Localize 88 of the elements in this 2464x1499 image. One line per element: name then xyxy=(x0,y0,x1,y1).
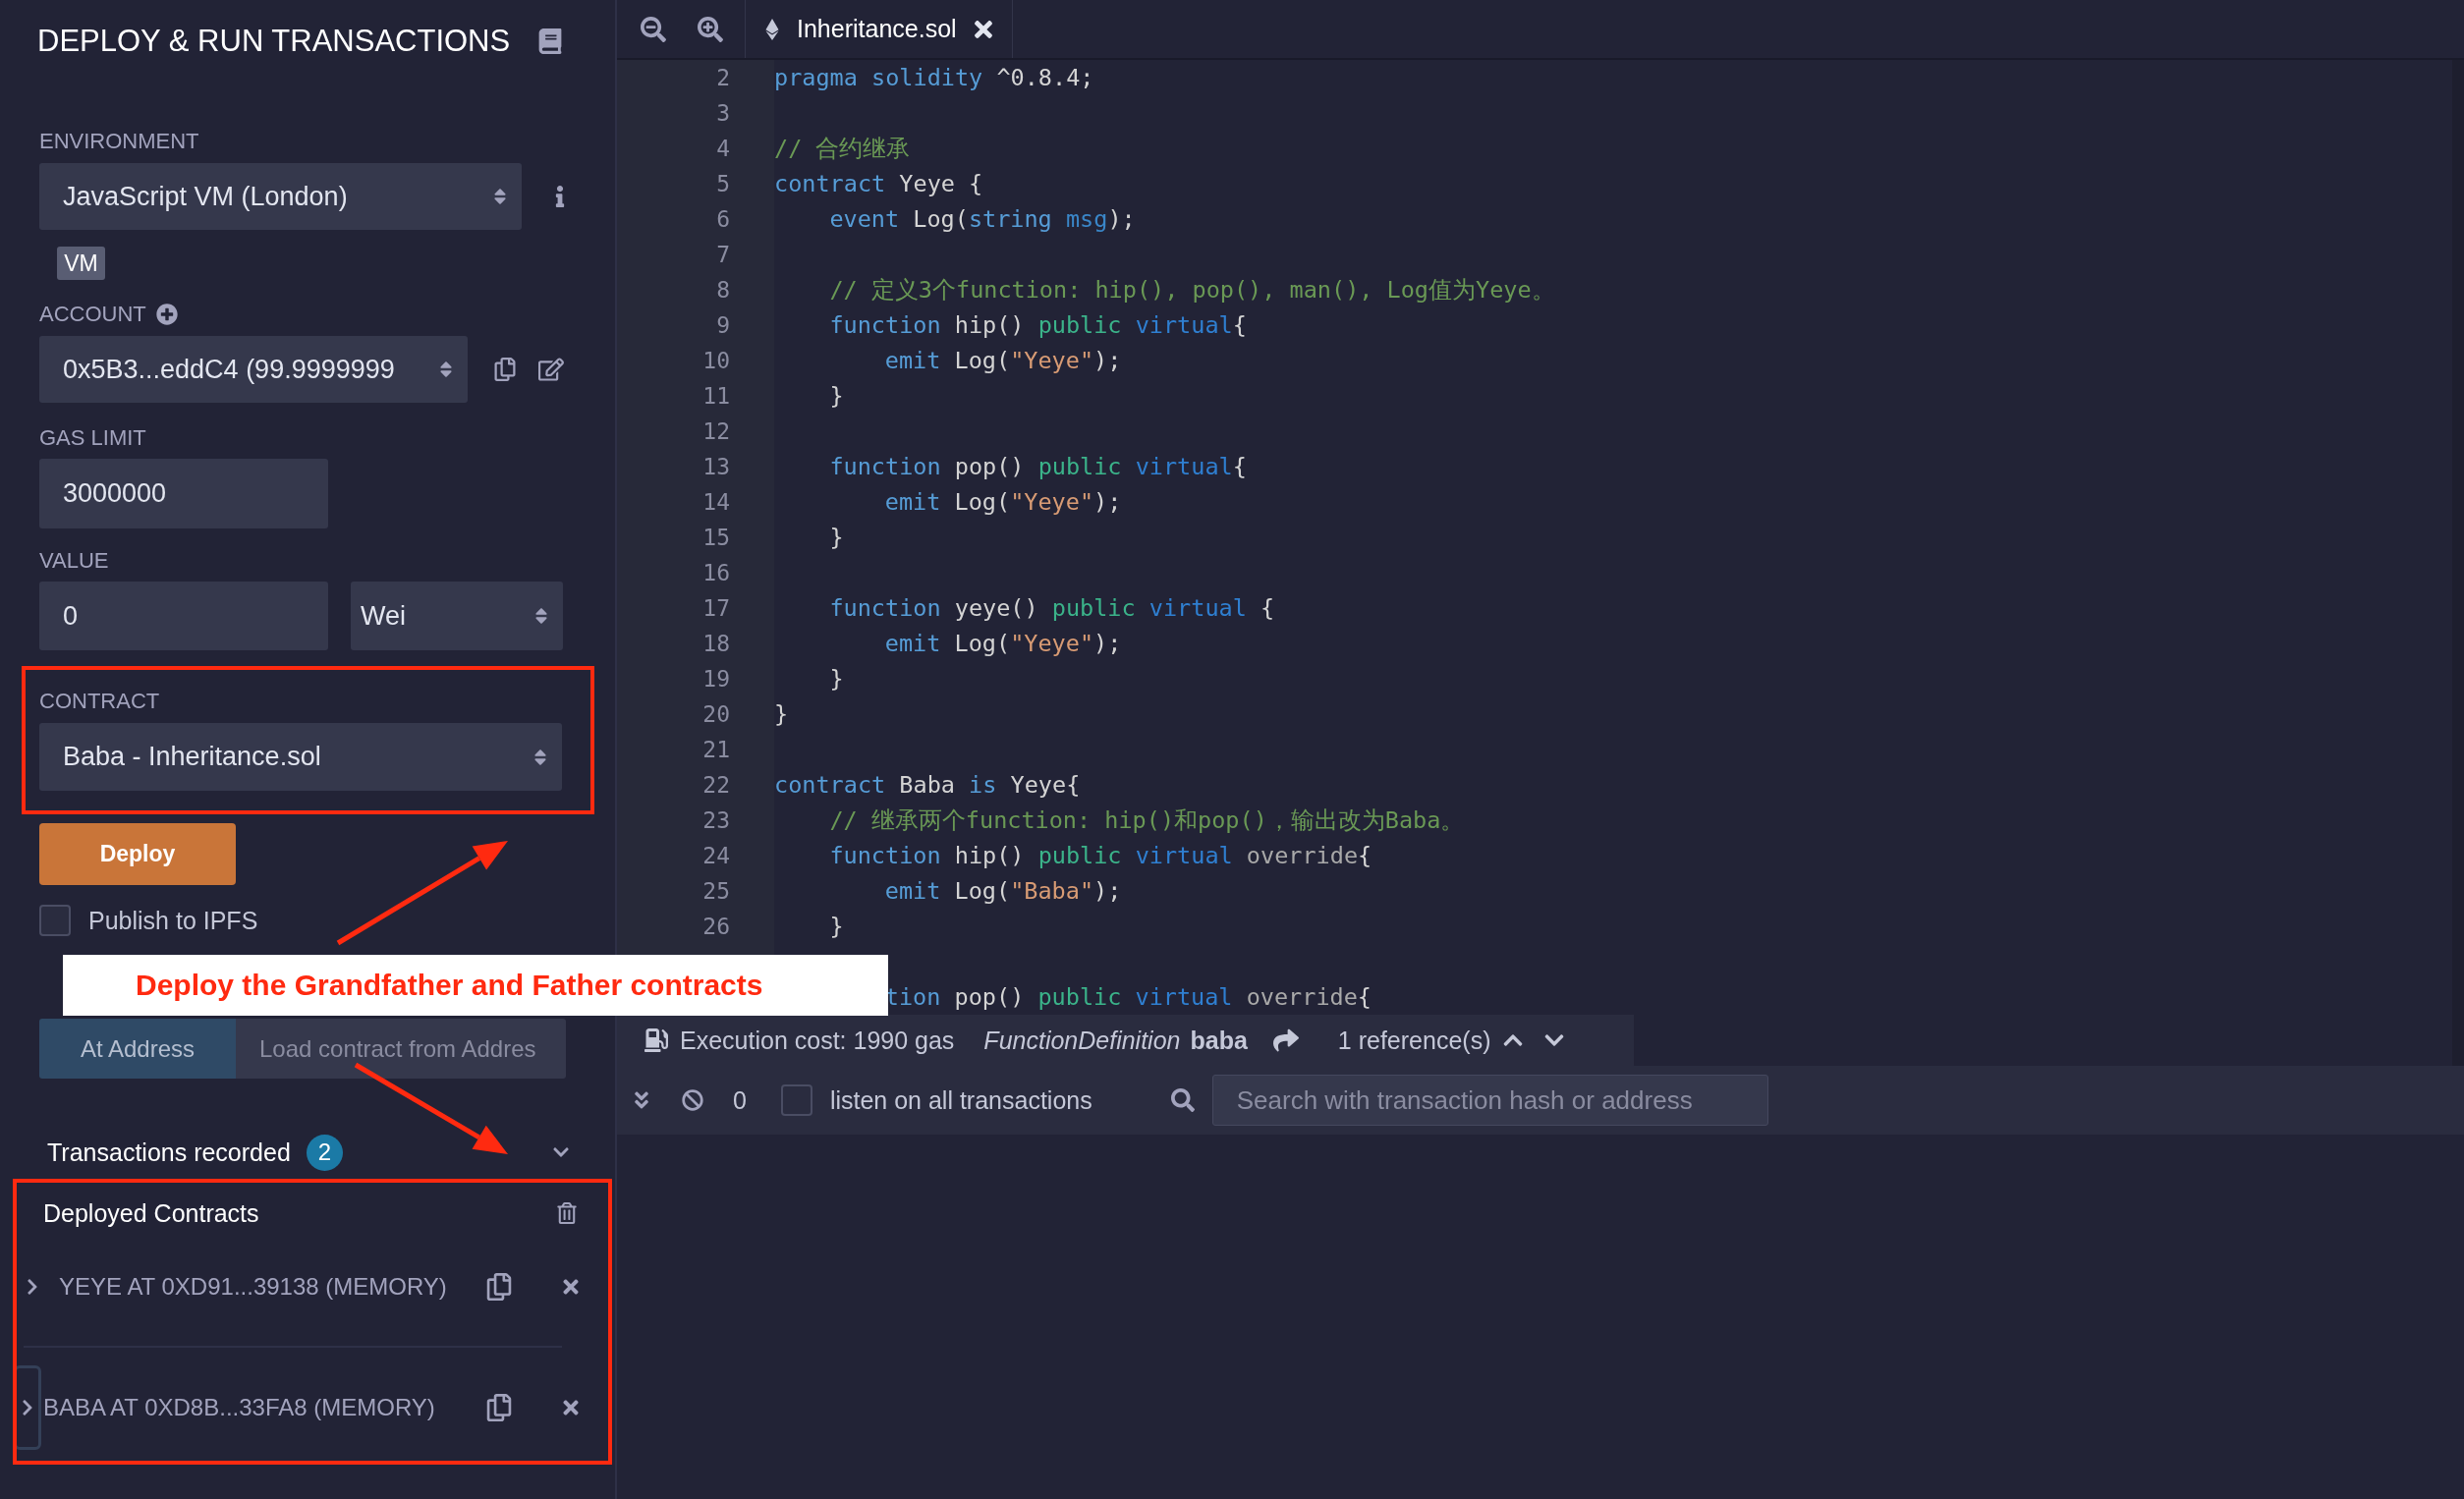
line-number: 26 xyxy=(702,914,730,939)
line-number: 16 xyxy=(702,560,730,585)
code-line: } xyxy=(829,913,844,940)
field-label: CONTRACT xyxy=(39,688,161,715)
code-line: contract Baba is Yeye{ xyxy=(774,771,1081,799)
plus-icon[interactable] xyxy=(155,304,178,325)
zoom-in-icon[interactable] xyxy=(698,16,723,42)
line-number: 8 xyxy=(716,277,730,303)
code-line: emit Log("Baba"); xyxy=(884,877,1122,905)
transaction-count: 0 xyxy=(733,1085,747,1115)
panel-title: DEPLOY & RUN TRANSACTIONS xyxy=(37,24,511,59)
code-line: emit Log("Yeye"); xyxy=(884,630,1122,657)
code-line: } xyxy=(774,700,789,728)
share-arrow-icon[interactable] xyxy=(1272,1027,1299,1053)
value-input[interactable]: 0 xyxy=(39,582,328,650)
code-line: // 继承两个function: hip()和pop()，输出改为Baba。 xyxy=(829,805,1465,836)
expand-toggle[interactable] xyxy=(14,1365,41,1450)
execution-cost: Execution cost: 1990 gas xyxy=(680,1026,955,1055)
section-title: Deployed Contracts xyxy=(43,1198,259,1228)
code-line: event Log(string msg); xyxy=(829,205,1136,233)
count-badge: 2 xyxy=(306,1134,343,1171)
line-number: 11 xyxy=(702,383,730,409)
line-number: 14 xyxy=(702,489,730,515)
line-number: 2 xyxy=(716,65,730,90)
line-number: 17 xyxy=(702,595,730,621)
line-number: 4 xyxy=(716,136,730,161)
line-number: 9 xyxy=(716,312,730,338)
environment-select[interactable]: JavaScript VM (London) xyxy=(39,163,522,230)
line-number: 25 xyxy=(702,878,730,904)
vm-badge: VM xyxy=(57,247,105,280)
code-line: function hip() public virtual override{ xyxy=(829,842,1372,869)
annotation-callout: Deploy the Grandfather and Father contracts xyxy=(63,955,888,1016)
line-number: 12 xyxy=(702,418,730,444)
contract-instance: YEYE AT 0XD91...39138 (MEMORY) xyxy=(59,1273,447,1301)
node-name: baba xyxy=(1190,1026,1248,1055)
line-number: 10 xyxy=(702,348,730,373)
code-line: emit Log("Yeye"); xyxy=(884,347,1122,374)
code-line: function pop() public virtual{ xyxy=(829,453,1247,480)
line-number: 19 xyxy=(702,666,730,692)
field-label: GAS LIMIT xyxy=(39,424,147,452)
copy-icon[interactable] xyxy=(493,358,517,381)
line-number: 21 xyxy=(702,737,730,762)
unit-select[interactable]: Wei xyxy=(351,582,563,650)
line-number: 3 xyxy=(716,100,730,126)
code-line: } xyxy=(829,665,844,693)
code-line: emit Log("Yeye"); xyxy=(884,488,1122,516)
node-kind: FunctionDefinition xyxy=(983,1026,1181,1055)
checkbox-label: listen on all transactions xyxy=(829,1085,1092,1115)
line-number: 6 xyxy=(716,206,730,232)
checkbox-label: Publish to IPFS xyxy=(88,906,258,935)
code-line: pragma solidity ^0.8.4; xyxy=(774,64,1094,91)
code-line: // 定义3个function: hip(), pop(), man(), Log值为Yeye。 xyxy=(829,275,1555,305)
references-count: 1 reference(s) xyxy=(1337,1026,1491,1055)
line-number: 23 xyxy=(702,807,730,833)
field-label: VALUE xyxy=(39,547,110,575)
trash-icon[interactable] xyxy=(556,1202,578,1224)
line-number: 15 xyxy=(702,525,730,550)
publish-checkbox[interactable] xyxy=(39,905,71,936)
line-number: 24 xyxy=(702,843,730,868)
search-icon xyxy=(1170,1088,1195,1112)
edit-icon[interactable] xyxy=(538,357,564,382)
contract-instance: BABA AT 0XD8B...33FA8 (MEMORY) xyxy=(43,1394,435,1421)
account-select[interactable]: 0x5B3...eddC4 (99.9999999 xyxy=(39,336,468,403)
line-number: 13 xyxy=(702,454,730,479)
copy-icon[interactable] xyxy=(485,1273,513,1301)
line-number: 22 xyxy=(702,772,730,798)
transactions-label: Transactions recorded xyxy=(47,1138,291,1167)
copy-icon[interactable] xyxy=(485,1394,513,1421)
code-line: } xyxy=(829,382,844,410)
field-label: ENVIRONMENT xyxy=(39,128,200,155)
book-icon[interactable] xyxy=(537,28,564,54)
line-number: 5 xyxy=(716,171,730,196)
line-number: 20 xyxy=(702,701,730,727)
line-number: 7 xyxy=(716,242,730,267)
field-label: ACCOUNT xyxy=(39,301,146,328)
line-number: 18 xyxy=(702,631,730,656)
gas-limit-input[interactable]: 3000000 xyxy=(39,459,328,528)
code-line: function yeye() public virtual { xyxy=(829,594,1275,622)
at-address-button[interactable]: At Address xyxy=(39,1019,236,1079)
code-line: // 合约继承 xyxy=(774,134,911,164)
zoom-out-icon[interactable] xyxy=(641,16,666,42)
listen-checkbox[interactable] xyxy=(780,1084,812,1116)
code-line: contract Yeye { xyxy=(774,170,983,197)
gas-pump-icon xyxy=(644,1028,668,1052)
clear-icon[interactable] xyxy=(682,1089,703,1111)
contract-select[interactable]: Baba - Inheritance.sol xyxy=(39,723,562,791)
code-line: function hip() public virtual{ xyxy=(829,311,1247,339)
code-line: } xyxy=(829,524,844,551)
